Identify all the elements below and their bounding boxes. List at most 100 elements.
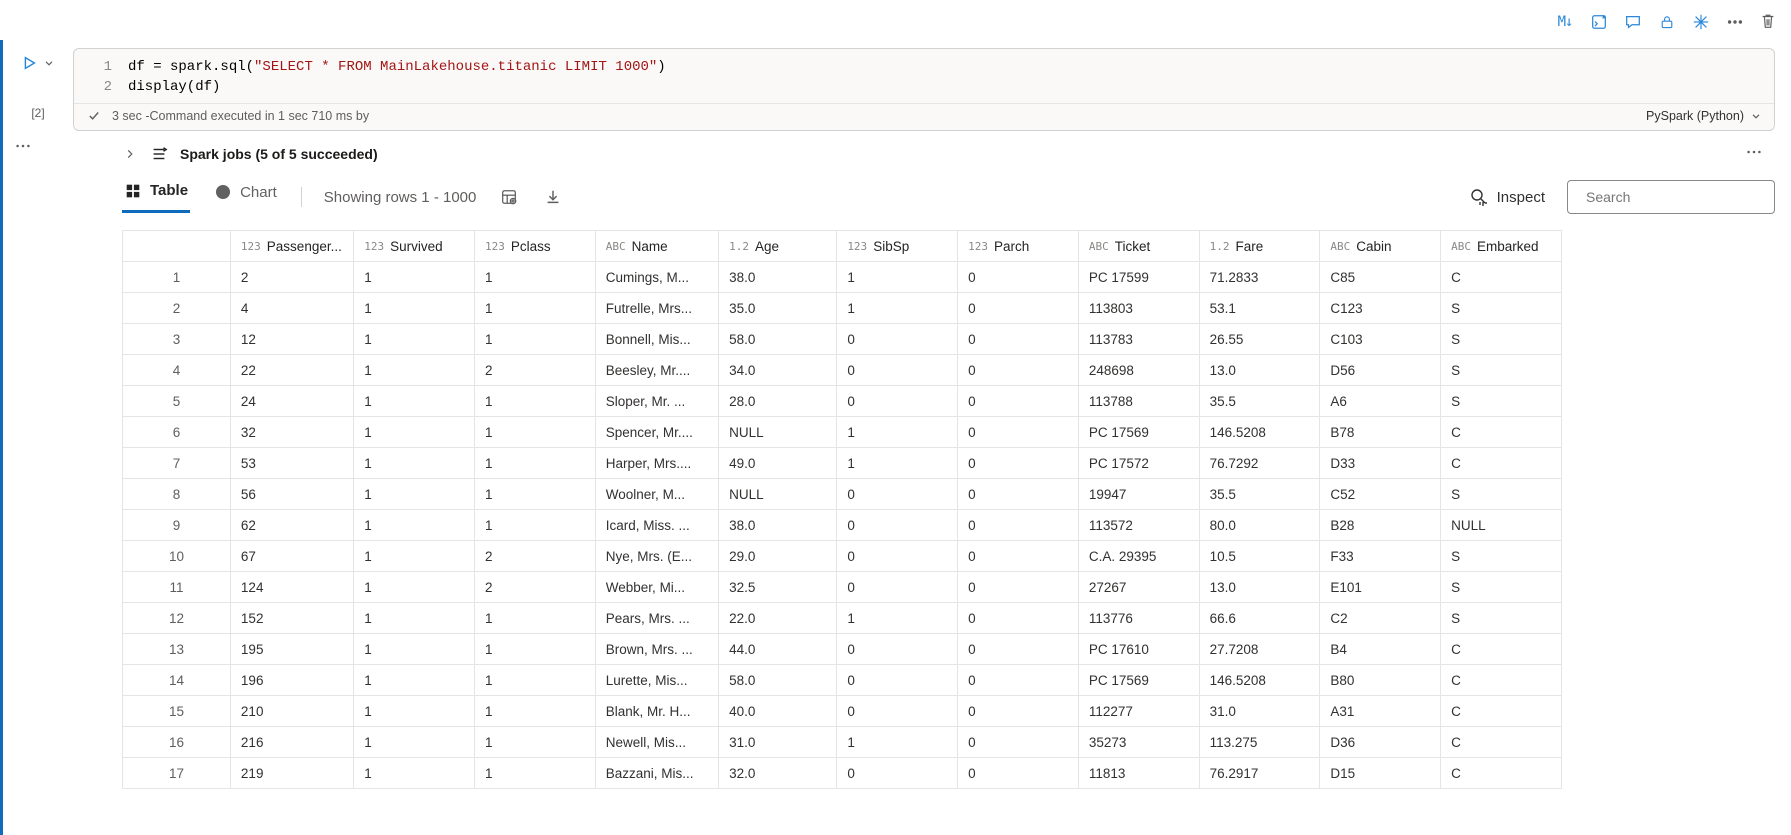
table-cell: 1 [354,572,475,603]
col-passengerid[interactable]: 123Passenger... [230,231,353,262]
expand-jobs-chevron-icon[interactable] [122,146,138,162]
table-row[interactable]: 96211Icard, Miss. ...38.00011357280.0B28… [123,510,1562,541]
search-input[interactable] [1584,188,1769,206]
table-cell: C [1441,634,1562,665]
col-embarked[interactable]: ABCEmbarked [1441,231,1562,262]
code-editor[interactable]: 1 df = spark.sql("SELECT * FROM MainLake… [73,48,1775,131]
table-cell: 2 [475,541,596,572]
table-cell: 1 [475,324,596,355]
table-cell: 0 [837,324,958,355]
table-row[interactable]: 85611Woolner, M...NULL001994735.5C52S [123,479,1562,510]
inspect-button[interactable]: Inspect [1469,187,1545,207]
table-row[interactable]: 52411Sloper, Mr. ...28.00011378835.5A6S [123,386,1562,417]
table-cell: NULL [719,479,837,510]
col-name[interactable]: ABCName [595,231,718,262]
col-ticket[interactable]: ABCTicket [1078,231,1199,262]
run-gutter: [2] [3,40,73,131]
table-row[interactable]: 2411Futrelle, Mrs...35.01011380353.1C123… [123,293,1562,324]
table-cell: 0 [958,634,1079,665]
col-survived[interactable]: 123Survived [354,231,475,262]
tab-table[interactable]: Table [122,182,190,213]
table-row[interactable]: 1621611Newell, Mis...31.01035273113.275D… [123,727,1562,758]
table-cell: 62 [230,510,353,541]
tab-chart[interactable]: Chart [212,183,279,211]
table-cell: 27267 [1078,572,1199,603]
lock-icon[interactable] [1655,10,1679,34]
table-cell: 22.0 [719,603,837,634]
table-row[interactable]: 31211Bonnell, Mis...58.00011378326.55C10… [123,324,1562,355]
table-cell: 1 [475,510,596,541]
table-row[interactable]: 1721911Bazzani, Mis...32.0001181376.2917… [123,758,1562,789]
col-age[interactable]: 1.2Age [719,231,837,262]
col-pclass[interactable]: 123Pclass [475,231,596,262]
table-cell: PC 17569 [1078,417,1199,448]
table-cell: 0 [837,696,958,727]
table-cell: Cumings, M... [595,262,718,293]
table-cell: 196 [230,665,353,696]
table-cell: 16 [123,727,231,758]
col-fare[interactable]: 1.2Fare [1199,231,1320,262]
table-cell: 44.0 [719,634,837,665]
table-row[interactable]: 63211Spencer, Mr....NULL10PC 17569146.52… [123,417,1562,448]
table-cell: 22 [230,355,353,386]
cell-row: [2] 1 df = spark.sql("SELECT * FROM Main… [0,40,1791,131]
table-cell: PC 17572 [1078,448,1199,479]
table-row[interactable]: 1319511Brown, Mrs. ...44.000PC 1761027.7… [123,634,1562,665]
table-cell: 113.275 [1199,727,1320,758]
table-cell: B78 [1320,417,1441,448]
table-cell: Beesley, Mr.... [595,355,718,386]
table-cell: Spencer, Mr.... [595,417,718,448]
table-cell: 1 [475,665,596,696]
table-cell: 1 [354,479,475,510]
table-row[interactable]: 1112412Webber, Mi...32.5002726713.0E101S [123,572,1562,603]
table-cell: F33 [1320,541,1441,572]
table-row[interactable]: 1419611Lurette, Mis...58.000PC 17569146.… [123,665,1562,696]
table-cell: 4 [123,355,231,386]
delete-cell-icon[interactable] [1759,12,1777,33]
table-cell: C [1441,758,1562,789]
table-cell: 32.5 [719,572,837,603]
table-cell: 1 [354,448,475,479]
table-row[interactable]: 1521011Blank, Mr. H...40.00011227731.0A3… [123,696,1562,727]
output-options-icon[interactable] [1745,143,1763,164]
table-cell: C52 [1320,479,1441,510]
run-cell-icon[interactable] [20,54,38,72]
table-row[interactable]: 1211Cumings, M...38.010PC 1759971.2833C8… [123,262,1562,293]
markdown-toggle-icon[interactable]: M↓ [1553,10,1577,34]
table-cell: 10.5 [1199,541,1320,572]
table-cell: 71.2833 [1199,262,1320,293]
comment-icon[interactable] [1621,10,1645,34]
table-cell: S [1441,386,1562,417]
table-cell: 2 [123,293,231,324]
table-settings-icon[interactable] [498,186,520,208]
table-cell: Woolner, M... [595,479,718,510]
table-row[interactable]: 106712Nye, Mrs. (E...29.000C.A. 2939510.… [123,541,1562,572]
hide-output-icon[interactable] [1587,10,1611,34]
output-more-icon[interactable] [3,131,43,835]
col-parch[interactable]: 123Parch [958,231,1079,262]
col-sibsp[interactable]: 123SibSp [837,231,958,262]
table-cell: 58.0 [719,665,837,696]
table-cell: 15 [123,696,231,727]
table-cell: 0 [837,479,958,510]
table-cell: C [1441,727,1562,758]
table-cell: 0 [958,293,1079,324]
col-cabin[interactable]: ABCCabin [1320,231,1441,262]
table-row[interactable]: 1215211Pears, Mrs. ...22.01011377666.6C2… [123,603,1562,634]
freeze-icon[interactable] [1689,10,1713,34]
table-cell: B80 [1320,665,1441,696]
cell-output: Spark jobs (5 of 5 succeeded) Table [116,131,1791,835]
table-cell: PC 17599 [1078,262,1199,293]
more-icon[interactable] [1723,10,1747,34]
download-icon[interactable] [542,186,564,208]
table-cell: 7 [123,448,231,479]
data-table-wrap[interactable]: 123Passenger... 123Survived 123Pclass AB… [122,230,1783,835]
table-cell: C [1441,417,1562,448]
run-menu-chevron-icon[interactable] [42,56,56,70]
table-cell: 2 [230,262,353,293]
table-row[interactable]: 42212Beesley, Mr....34.00024869813.0D56S [123,355,1562,386]
table-cell: 1 [837,417,958,448]
search-box[interactable] [1567,180,1775,214]
language-selector[interactable]: PySpark (Python) [1646,109,1762,123]
table-row[interactable]: 75311Harper, Mrs....49.010PC 1757276.729… [123,448,1562,479]
